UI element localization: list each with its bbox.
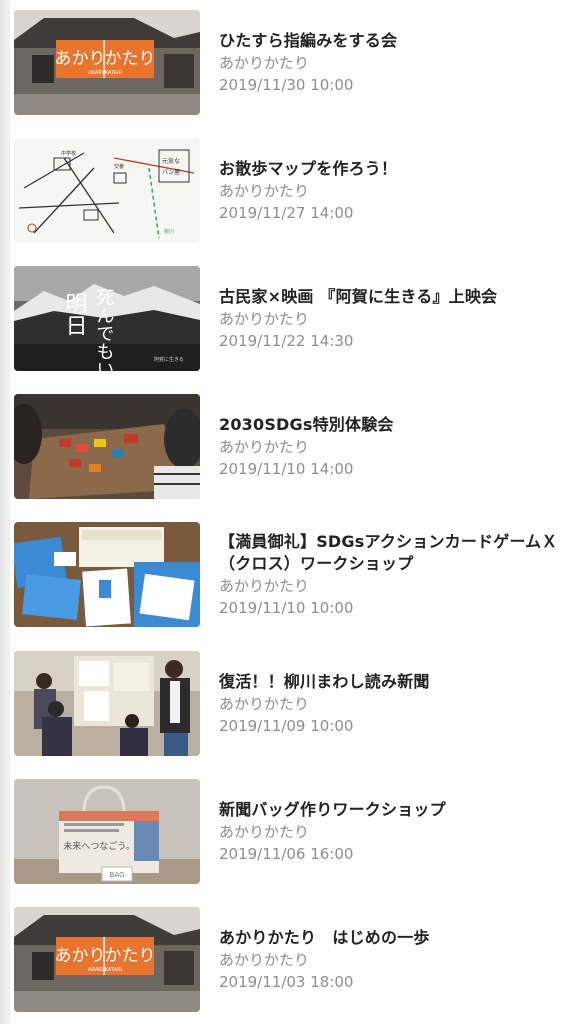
map-label: 柳川 <box>164 228 174 235</box>
event-item[interactable]: あかり かたり AKARI KATARI あかりかたり はじめの一歩 あかりかた… <box>14 907 588 1015</box>
event-item[interactable]: 中学校 交番 元気な パン屋 柳川 お散歩マップを作ろう！ あかりかたり 201… <box>14 138 588 246</box>
bag-text: 未来へつなごう。 <box>63 840 134 852</box>
event-info: 2030SDGs特別体験会 あかりかたり 2019/11/10 14:00 <box>219 394 588 499</box>
event-thumbnail[interactable]: あかり かたり AKARI KATARI <box>14 10 200 115</box>
map-label: 中学校 <box>61 150 76 157</box>
map-icon: 中学校 交番 元気な パン屋 柳川 <box>14 138 200 243</box>
event-title-line[interactable]: 【満員御礼】SDGsアクションカードゲームＸ <box>219 531 588 553</box>
event-thumbnail[interactable]: あかり かたり AKARI KATARI <box>14 907 200 1012</box>
event-datetime: 2019/11/06 16:00 <box>219 845 354 863</box>
card-game-photo-icon <box>14 522 200 627</box>
event-organizer: あかりかたり <box>219 577 310 595</box>
event-title[interactable]: あかりかたり はじめの一歩 <box>219 927 588 949</box>
event-thumbnail[interactable]: 明日 死んでもいい 阿賀に生きる <box>14 266 200 371</box>
event-title-line[interactable]: （クロス）ワークショップ <box>219 553 588 575</box>
event-item[interactable]: あかり かたり AKARI KATARI ひたすら指編みをする会 あかりかたり … <box>14 10 588 118</box>
logo-subtext: AKARI KATARI <box>88 967 122 973</box>
logo-text: あかり <box>55 49 106 69</box>
group-photo-icon <box>14 651 200 756</box>
event-title[interactable]: お散歩マップを作ろう！ <box>219 158 588 180</box>
event-organizer: あかりかたり <box>219 951 310 969</box>
house-photo-icon: あかり かたり AKARI KATARI <box>14 10 200 115</box>
event-item[interactable]: 未来へつなごう。 BAG 新聞バッグ作りワークショップ あかりかたり 2019/… <box>14 779 588 887</box>
event-datetime: 2019/11/09 10:00 <box>219 717 354 735</box>
event-thumbnail[interactable] <box>14 651 200 756</box>
event-info: 古民家×映画 『阿賀に生きる』上映会 あかりかたり 2019/11/22 14:… <box>219 266 588 371</box>
event-item[interactable]: 2030SDGs特別体験会 あかりかたり 2019/11/10 14:00 <box>14 394 588 502</box>
event-info: ひたすら指編みをする会 あかりかたり 2019/11/30 10:00 <box>219 10 588 115</box>
event-title[interactable]: 2030SDGs特別体験会 <box>219 414 588 436</box>
event-datetime: 2019/11/30 10:00 <box>219 76 354 94</box>
bag-tag-text: BAG <box>110 871 125 879</box>
movie-poster-icon: 明日 死んでもいい 阿賀に生きる <box>14 266 200 371</box>
event-organizer: あかりかたり <box>219 310 310 328</box>
board-game-photo-icon <box>14 394 200 499</box>
event-datetime: 2019/11/10 10:00 <box>219 599 354 617</box>
event-datetime: 2019/11/10 14:00 <box>219 460 354 478</box>
event-item[interactable]: 明日 死んでもいい 阿賀に生きる 古民家×映画 『阿賀に生きる』上映会 あかりか… <box>14 266 588 374</box>
event-item[interactable]: 【満員御礼】SDGsアクションカードゲームＸ （クロス）ワークショップ あかりか… <box>14 522 588 630</box>
event-info: 復活！！柳川まわし読み新聞 あかりかたり 2019/11/09 10:00 <box>219 651 588 756</box>
event-organizer: あかりかたり <box>219 695 310 713</box>
event-thumbnail[interactable]: 未来へつなごう。 BAG <box>14 779 200 884</box>
event-item[interactable]: 復活！！柳川まわし読み新聞 あかりかたり 2019/11/09 10:00 <box>14 651 588 759</box>
event-organizer: あかりかたり <box>219 54 310 72</box>
event-datetime: 2019/11/22 14:30 <box>219 332 354 350</box>
event-datetime: 2019/11/27 14:00 <box>219 204 354 222</box>
map-label: パン屋 <box>162 169 180 176</box>
logo-text: かたり <box>105 946 156 966</box>
newspaper-bag-icon: 未来へつなごう。 BAG <box>14 779 200 884</box>
event-info: 新聞バッグ作りワークショップ あかりかたり 2019/11/06 16:00 <box>219 779 588 884</box>
poster-text: 明日 <box>62 292 87 336</box>
poster-text: 死んでもいい <box>94 288 115 371</box>
logo-subtext: AKARI KATARI <box>88 70 122 76</box>
event-organizer: あかりかたり <box>219 438 310 456</box>
poster-small: 阿賀に生きる <box>154 356 184 363</box>
house-photo-icon: あかり かたり AKARI KATARI <box>14 907 200 1012</box>
event-title[interactable]: 復活！！柳川まわし読み新聞 <box>219 671 588 693</box>
map-label: 元気な <box>162 157 180 165</box>
logo-text: あかり <box>55 946 106 966</box>
event-datetime: 2019/11/03 18:00 <box>219 973 354 991</box>
event-title[interactable]: ひたすら指編みをする会 <box>219 30 588 52</box>
event-info: お散歩マップを作ろう！ あかりかたり 2019/11/27 14:00 <box>219 138 588 243</box>
event-title[interactable]: 新聞バッグ作りワークショップ <box>219 799 588 821</box>
event-thumbnail[interactable] <box>14 522 200 627</box>
event-organizer: あかりかたり <box>219 182 310 200</box>
event-info: あかりかたり はじめの一歩 あかりかたり 2019/11/03 18:00 <box>219 907 588 1012</box>
event-thumbnail[interactable]: 中学校 交番 元気な パン屋 柳川 <box>14 138 200 243</box>
event-thumbnail[interactable] <box>14 394 200 499</box>
event-info: 【満員御礼】SDGsアクションカードゲームＸ （クロス）ワークショップ あかりか… <box>219 522 588 627</box>
map-label: 交番 <box>114 163 124 170</box>
sidebar-edge <box>0 0 10 1024</box>
logo-text: かたり <box>105 49 156 69</box>
event-title[interactable]: 古民家×映画 『阿賀に生きる』上映会 <box>219 286 588 308</box>
event-organizer: あかりかたり <box>219 823 310 841</box>
